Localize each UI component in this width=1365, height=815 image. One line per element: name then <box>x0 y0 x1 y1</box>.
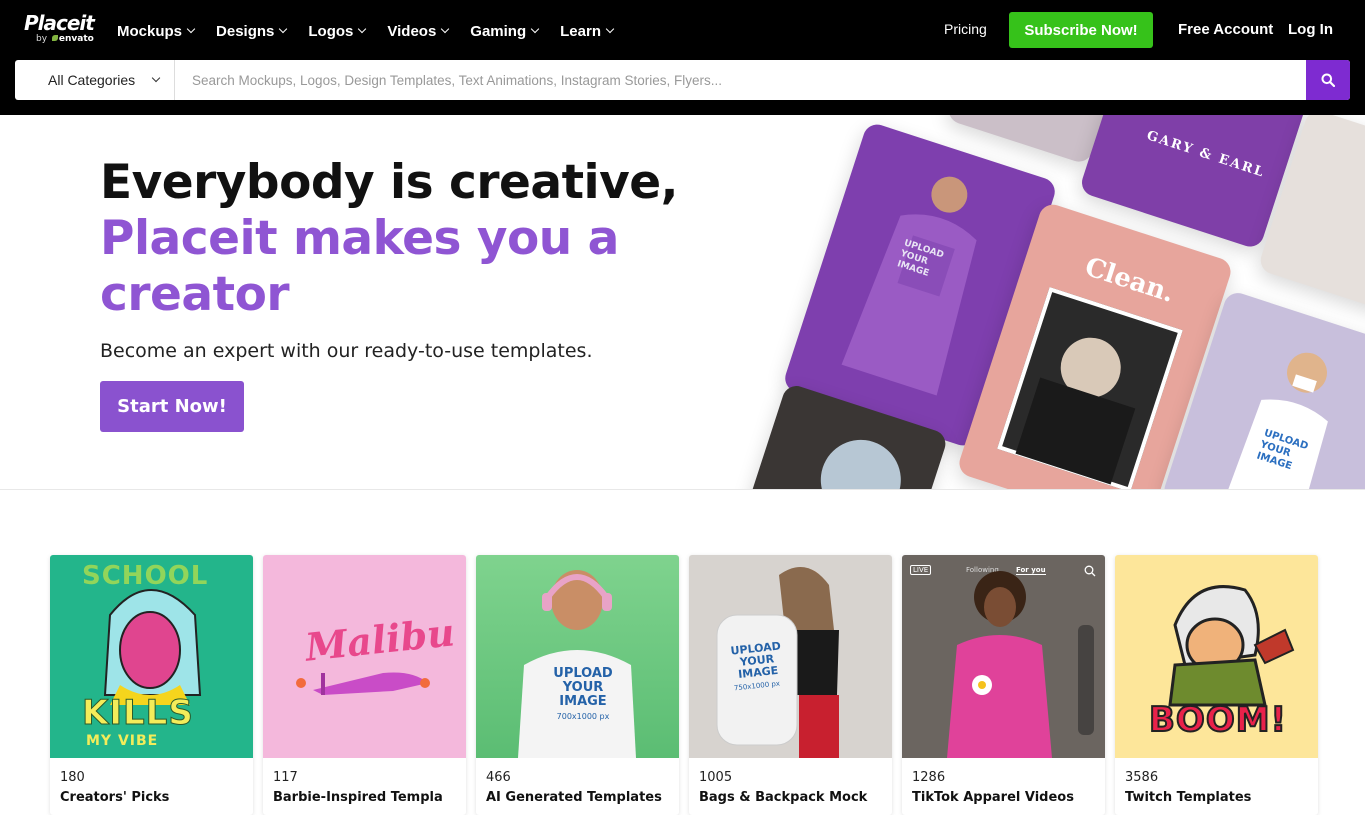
logo-envato-text: envato <box>58 34 94 44</box>
category-card[interactable]: UPLOAD YOUR IMAGE 700x1000 px 466 AI Gen… <box>476 555 679 815</box>
category-card[interactable]: LIVE Following For you 1286 TikTok Appar… <box>902 555 1105 815</box>
nav-label: Logos <box>308 22 354 40</box>
card-art-bot-text: MY VIBE <box>86 733 159 749</box>
collage-gary-earl-text: GARY & EARL <box>1144 128 1267 181</box>
hero-subtitle: Become an expert with our ready-to-use t… <box>100 340 593 362</box>
card-thumbnail-creators-picks: SCHOOL KILLS MY VIBE <box>50 555 253 758</box>
card-title: Barbie-Inspired Templa <box>273 790 443 805</box>
search-bar: All Categories <box>15 60 1350 100</box>
card-count: 1005 <box>699 770 733 785</box>
chevron-down-icon <box>441 24 450 34</box>
nav-item-gaming[interactable]: Gaming <box>470 20 540 42</box>
card-art-boom-text: BOOM! <box>1148 699 1288 741</box>
nav-item-videos[interactable]: Videos <box>387 20 450 42</box>
backpack-model-icon <box>716 567 839 758</box>
chevron-down-icon <box>186 24 196 34</box>
nav-label: Learn <box>560 22 601 40</box>
nav-label: Mockups <box>117 22 183 40</box>
category-select[interactable]: All Categories <box>15 60 175 100</box>
card-count: 180 <box>60 770 85 785</box>
chevron-down-icon <box>151 73 161 83</box>
free-account-link[interactable]: Free Account <box>1178 21 1273 38</box>
card-title: Bags & Backpack Mock <box>699 790 868 805</box>
nav-label: Videos <box>387 22 437 40</box>
card-thumbnail-tiktok: LIVE Following For you <box>902 555 1105 758</box>
nav-label: Gaming <box>470 22 527 40</box>
collage-clean-text: Clean. <box>1081 251 1178 309</box>
collage-photo-frame <box>997 287 1183 489</box>
hero-line-2: Placeit makes you a <box>100 211 619 266</box>
card-count: 466 <box>486 770 511 785</box>
logo-byline: by envato <box>36 34 104 44</box>
category-card[interactable]: UPLOAD YOUR IMAGE 750x1000 px 1005 Bags … <box>689 555 892 815</box>
card-art-upload-text: UPLOAD YOUR IMAGE <box>553 666 613 709</box>
search-button[interactable] <box>1306 60 1350 100</box>
card-thumbnail-barbie: Malibu <box>263 555 466 758</box>
top-navigation-bar: Placeit by envato Mockups Designs Logos … <box>0 0 1365 115</box>
logo-by-text: by <box>36 34 48 44</box>
hero-heading: Everybody is creative, Placeit makes you… <box>100 155 740 323</box>
chevron-down-icon <box>530 24 540 34</box>
card-art-mid-text: KILLS <box>82 693 194 734</box>
card-art-upload-text: UPLOAD YOUR IMAGE <box>729 639 782 681</box>
card-count: 117 <box>273 770 298 785</box>
chevron-down-icon <box>279 24 288 34</box>
subscribe-button[interactable]: Subscribe Now! <box>1009 12 1153 48</box>
card-thumbnail-ai-generated: UPLOAD YOUR IMAGE 700x1000 px <box>476 555 679 758</box>
main-nav: Mockups Designs Logos Videos Gaming Lear… <box>117 20 635 42</box>
search-icon <box>1321 73 1335 87</box>
category-card[interactable]: Malibu 117 Barbie-Inspired Templa <box>263 555 466 815</box>
placeit-logo[interactable]: Placeit by envato <box>24 12 104 44</box>
pricing-link[interactable]: Pricing <box>944 21 987 37</box>
hero-section: Everybody is creative, Placeit makes you… <box>0 115 1365 490</box>
card-art-size-text: 700x1000 px <box>556 712 610 721</box>
category-card[interactable]: BOOM! 3586 Twitch Templates <box>1115 555 1318 815</box>
start-now-button[interactable]: Start Now! <box>100 381 244 432</box>
hero-line-1: Everybody is creative, <box>100 155 679 210</box>
category-card[interactable]: SCHOOL KILLS MY VIBE 180 Creators' Picks <box>50 555 253 815</box>
high-heel-icon <box>296 672 430 695</box>
card-count: 3586 <box>1125 770 1159 785</box>
nav-item-mockups[interactable]: Mockups <box>117 20 196 42</box>
hero-collage-image: GARY & EARL UPLOAD YOUR IMAGE Clean. UPL… <box>720 115 1365 489</box>
logo-wordmark: Placeit <box>24 11 95 35</box>
category-cards: SCHOOL KILLS MY VIBE 180 Creators' Picks… <box>50 555 1318 815</box>
card-title: Twitch Templates <box>1125 790 1252 805</box>
nav-item-logos[interactable]: Logos <box>308 20 367 42</box>
nav-item-learn[interactable]: Learn <box>560 20 615 42</box>
nav-item-designs[interactable]: Designs <box>216 20 288 42</box>
category-select-value: All Categories <box>48 72 136 88</box>
card-title: Creators' Picks <box>60 790 170 805</box>
person-headphones-icon <box>518 570 636 758</box>
chevron-down-icon <box>605 24 615 34</box>
nav-label: Designs <box>216 22 275 40</box>
envato-leaf-icon <box>51 35 58 41</box>
search-input[interactable] <box>176 60 1306 100</box>
person-hoodie-icon <box>947 571 1094 758</box>
hero-line-3: creator <box>100 267 290 322</box>
chevron-down-icon <box>358 24 367 34</box>
card-title: TikTok Apparel Videos <box>912 790 1074 805</box>
card-thumbnail-bags: UPLOAD YOUR IMAGE 750x1000 px <box>689 555 892 758</box>
login-link[interactable]: Log In <box>1288 21 1333 38</box>
card-thumbnail-twitch: BOOM! <box>1115 555 1318 758</box>
card-count: 1286 <box>912 770 946 785</box>
card-title: AI Generated Templates <box>486 790 662 805</box>
